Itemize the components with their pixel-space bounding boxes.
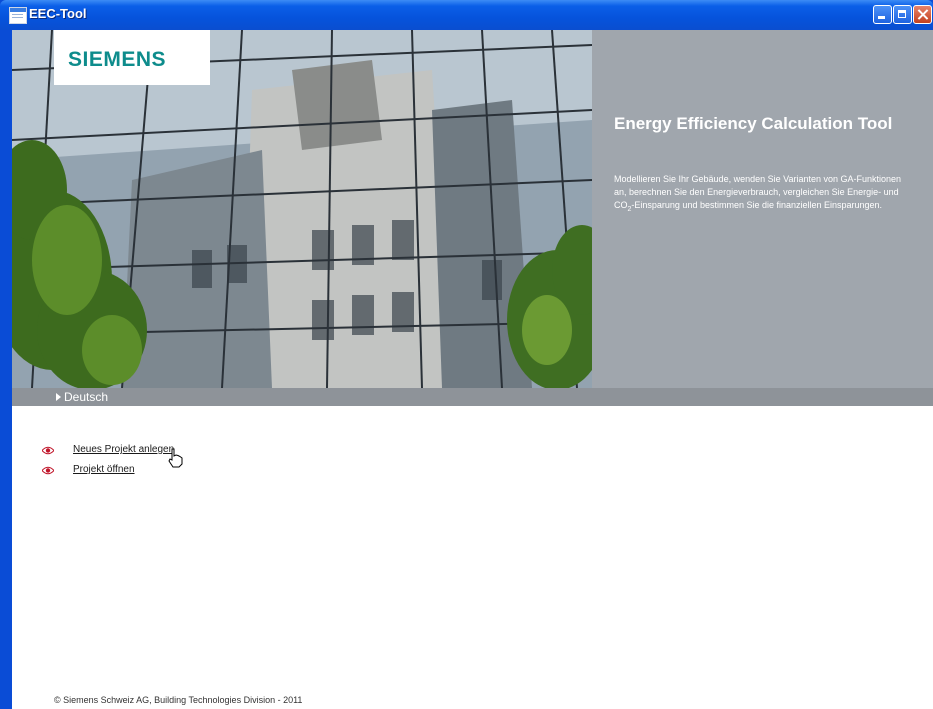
app-window: EEC-Tool SIEMENS Energy Efficiency Calcu… — [0, 0, 933, 709]
minimize-button[interactable] — [873, 5, 892, 24]
hand-cursor-icon — [168, 448, 183, 468]
open-project-label[interactable]: Projekt öffnen — [73, 464, 135, 475]
language-selector[interactable]: Deutsch — [64, 390, 108, 404]
hero-image: SIEMENS — [12, 30, 592, 388]
window-title: EEC-Tool — [29, 6, 87, 21]
triangle-right-icon — [56, 393, 61, 401]
app-heading: Energy Efficiency Calculation Tool — [614, 114, 893, 133]
copyright-footer: © Siemens Schweiz AG, Building Technolog… — [54, 695, 303, 705]
client-area: SIEMENS Energy Efficiency Calculation To… — [12, 30, 933, 709]
eye-icon — [42, 466, 54, 475]
language-bar: Deutsch — [12, 388, 933, 406]
eye-icon — [42, 446, 54, 455]
app-description: Modellieren Sie Ihr Gebäude, wenden Sie … — [614, 173, 914, 216]
close-button[interactable] — [913, 5, 932, 24]
title-bar[interactable]: EEC-Tool — [0, 0, 933, 30]
description-text-2: -Einsparung und bestimmen Sie die finanz… — [631, 200, 883, 210]
new-project-label[interactable]: Neues Projekt anlegen — [73, 444, 174, 455]
info-panel: Energy Efficiency Calculation Tool Model… — [592, 30, 933, 388]
siemens-logo: SIEMENS — [54, 30, 210, 85]
maximize-button[interactable] — [893, 5, 912, 24]
logo-text: SIEMENS — [68, 48, 167, 71]
app-icon — [9, 7, 27, 24]
